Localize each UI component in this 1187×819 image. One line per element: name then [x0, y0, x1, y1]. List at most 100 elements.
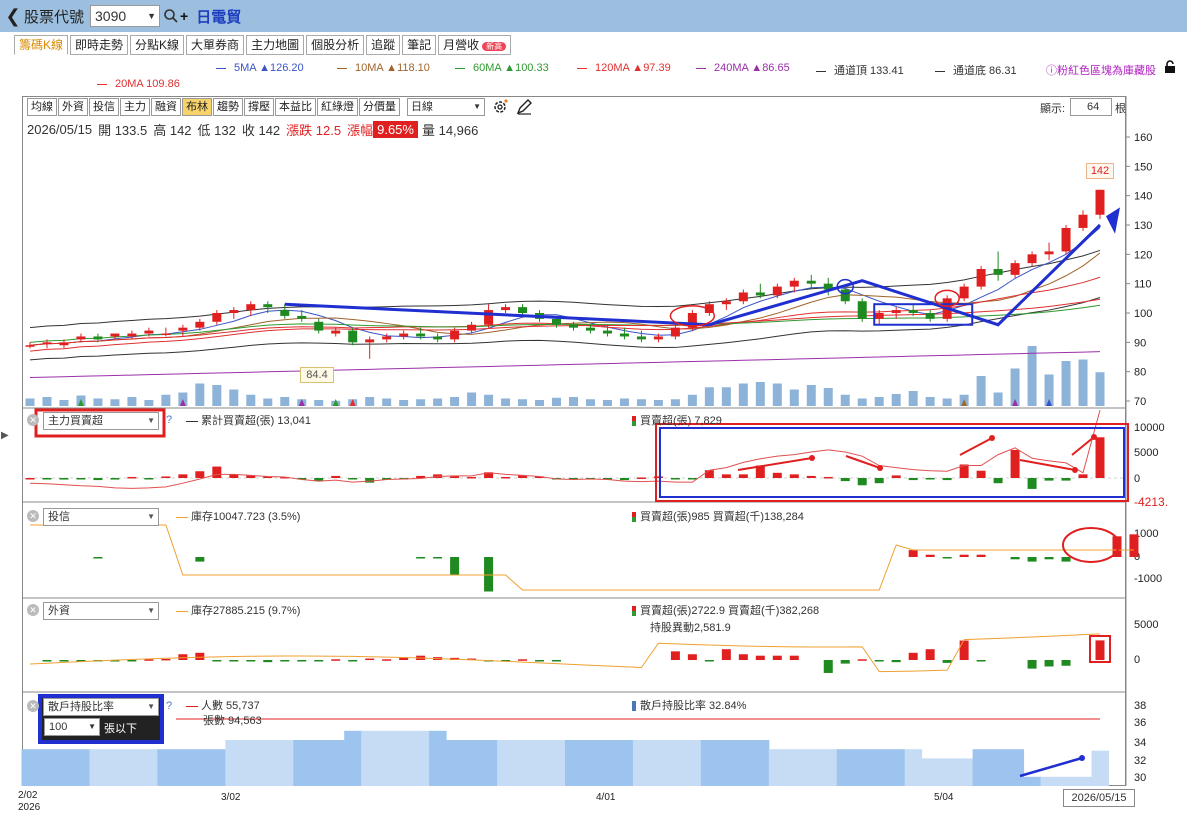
main-force-bar [976, 470, 986, 478]
close-icon[interactable]: ✕ [27, 604, 39, 616]
volume-bar [976, 376, 986, 406]
candle-body [789, 280, 799, 287]
y-tick-label: 5000 [1134, 619, 1158, 631]
volume-bar [840, 394, 850, 406]
main-force-select[interactable]: 主力買賣超 ▼ [43, 412, 159, 430]
retail-ratio-bar [480, 740, 498, 786]
main-force-bar [501, 476, 511, 479]
foreign-inventory-legend: 庫存27885.215 (9.7%) [176, 602, 300, 618]
y-tick-label: 34 [1134, 737, 1146, 749]
annotation-arrow-head [877, 465, 883, 471]
main-force-bar [93, 478, 103, 481]
retail-ratio-bar [649, 740, 668, 786]
candle-body [297, 315, 307, 319]
volume-bar [908, 391, 918, 406]
candle-body [416, 333, 426, 337]
legend-swatch [176, 516, 188, 518]
y-tick-label: 10000 [1134, 422, 1165, 434]
legend-swatch [632, 512, 636, 523]
chart-svg[interactable]: 160 150 140 130 120 110 100 90 80 70 10000 5000 0 -42… [0, 0, 1187, 819]
trust-bar [484, 557, 494, 592]
candle-body [840, 289, 850, 302]
retail-ratio-bar [89, 749, 107, 786]
trust-bar [976, 554, 986, 557]
volume-bar [772, 383, 782, 406]
close-icon[interactable]: ✕ [27, 414, 39, 426]
trust-bar [450, 557, 460, 576]
annotation-arrow [1019, 459, 1076, 471]
main-force-bar [806, 475, 816, 478]
foreign-select[interactable]: 外資 ▼ [43, 602, 159, 620]
candle-body [891, 310, 901, 313]
candle-body [263, 304, 273, 308]
volume-bar [568, 397, 578, 406]
x-tick-label: 5/04 [934, 792, 954, 803]
candle-body [959, 286, 969, 299]
foreign-bar [755, 655, 765, 660]
legend-text: 買賣超(張) 7,829 [640, 415, 722, 427]
help-icon[interactable]: ? [166, 414, 172, 426]
retail-shares-legend: 張數 94,563 [203, 715, 262, 727]
retail-ratio-bar [361, 730, 379, 786]
legend-text: 買賣超(張)2722.9 買賣超(千)382,268 [640, 605, 820, 617]
trust-bar [1044, 557, 1054, 560]
help-icon[interactable]: ? [166, 700, 172, 712]
candle-body [518, 307, 528, 313]
candle-body [1061, 227, 1071, 252]
retail-ratio-bar [632, 740, 651, 786]
close-icon[interactable]: ✕ [27, 510, 39, 522]
volume-bar [93, 398, 103, 406]
foreign-bar [535, 660, 545, 662]
y-tick-label: -4213. [1134, 495, 1168, 509]
candle-body [365, 339, 375, 343]
foreign-net-legend: 買賣超(張)2722.9 買賣超(千)382,268 [632, 602, 819, 618]
candle-body [653, 336, 663, 340]
volume-bar [874, 397, 884, 406]
ma240-line [29, 351, 1101, 379]
main-force-bar [993, 478, 1003, 484]
candle-body [280, 310, 290, 316]
chevron-down-icon: ▼ [88, 722, 96, 731]
candle-body [144, 330, 154, 334]
volume-bar [110, 399, 120, 406]
retail-threshold-select[interactable]: 100 ▼ [44, 718, 100, 736]
candle-body [25, 345, 35, 347]
retail-ratio-bar [276, 740, 294, 786]
foreign-bar [925, 649, 935, 660]
retail-ratio-bar [38, 749, 56, 786]
main-force-bar [331, 475, 341, 478]
main-force-bar [1010, 449, 1020, 478]
expand-arrow-icon[interactable]: ▶ [1, 430, 9, 441]
foreign-bar [840, 660, 850, 664]
retail-ratio-bar [55, 749, 73, 786]
candle-body [76, 336, 86, 340]
volume-bar [619, 398, 629, 406]
retail-ratio-bar [904, 749, 923, 786]
volume-bar [857, 398, 867, 406]
volume-bar [484, 394, 494, 406]
main-force-bar [42, 478, 52, 480]
volume-bar [789, 389, 799, 406]
main-force-bar [857, 478, 867, 486]
retail-ratio-bar [531, 740, 549, 786]
trust-select[interactable]: 投信 ▼ [43, 508, 159, 526]
main-force-bar [76, 478, 86, 480]
candle-body [552, 318, 562, 325]
y-tick-label: 110 [1134, 279, 1152, 291]
candle-body [246, 304, 256, 311]
retail-ratio-bar [1006, 749, 1025, 786]
main-force-bar [670, 478, 680, 480]
retail-ratio-bar [870, 749, 889, 786]
trust-bar [1010, 557, 1020, 560]
close-icon[interactable]: ✕ [27, 700, 39, 712]
trust-select-value: 投信 [48, 511, 70, 523]
retail-select[interactable]: 散戶持股比率 ▼ [43, 698, 159, 716]
main-force-bar [942, 478, 952, 481]
retail-ratio-bar [123, 749, 141, 786]
retail-ratio-bar [1057, 776, 1076, 786]
foreign-bar [1044, 660, 1054, 667]
foreign-bar [42, 660, 52, 662]
chevron-down-icon: ▼ [147, 606, 155, 615]
retail-ratio-bar [819, 749, 838, 786]
retail-ratio-bar [989, 749, 1008, 786]
